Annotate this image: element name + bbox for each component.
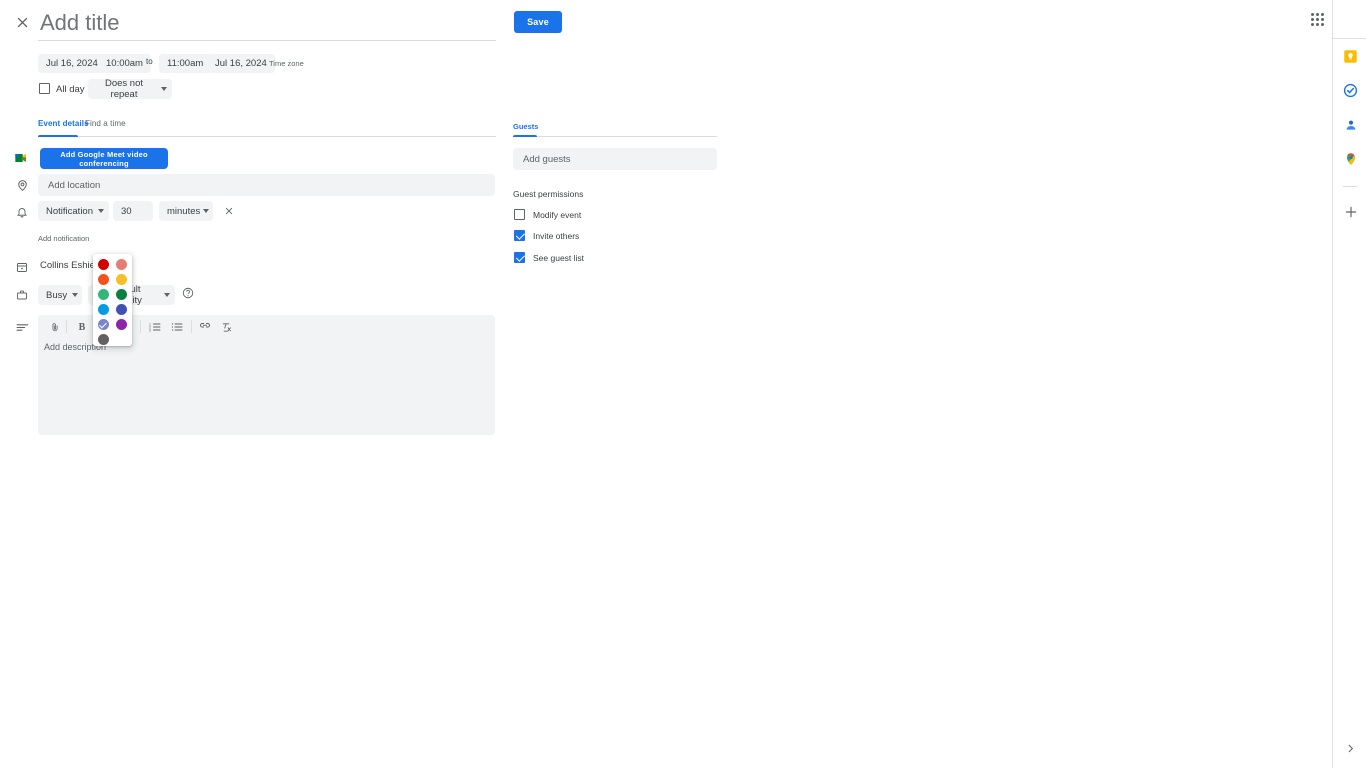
google-tasks-icon[interactable] bbox=[1342, 82, 1359, 99]
modify-event-label: Modify event bbox=[533, 210, 582, 220]
side-panel-divider bbox=[1343, 186, 1357, 187]
recurrence-value: Does not repeat bbox=[104, 78, 144, 100]
add-guests-input[interactable] bbox=[513, 148, 717, 170]
color-swatch-lavender[interactable] bbox=[98, 319, 109, 330]
color-swatch-grape[interactable] bbox=[116, 319, 127, 330]
event-color-picker-popup[interactable] bbox=[93, 254, 132, 346]
location-input[interactable] bbox=[38, 174, 495, 196]
tab-guests[interactable]: Guests bbox=[513, 122, 538, 131]
side-panel-divider bbox=[1333, 38, 1366, 39]
color-swatch-tomato[interactable] bbox=[98, 259, 109, 270]
close-icon[interactable] bbox=[12, 12, 32, 32]
save-button[interactable]: Save bbox=[514, 11, 562, 33]
google-contacts-icon[interactable] bbox=[1342, 116, 1359, 133]
recurrence-select[interactable]: Does not repeat bbox=[88, 78, 172, 100]
notification-type-select[interactable]: Notification bbox=[38, 201, 109, 221]
invite-others-checkbox[interactable] bbox=[514, 230, 525, 241]
editor-topbar: Save C bbox=[0, 0, 1358, 44]
color-swatch-tangerine[interactable] bbox=[98, 274, 109, 285]
see-guest-list-checkbox[interactable] bbox=[514, 252, 525, 263]
calendar-owner-label[interactable]: Collins Eshiet bbox=[40, 260, 98, 271]
toolbar-divider bbox=[191, 320, 192, 333]
busy-select[interactable]: Busy bbox=[38, 285, 82, 305]
add-addon-icon[interactable] bbox=[1342, 203, 1359, 220]
color-swatch-peacock[interactable] bbox=[98, 304, 109, 315]
see-guest-list-label: See guest list bbox=[533, 253, 585, 263]
notification-amount-input[interactable] bbox=[113, 201, 153, 221]
start-date-chip[interactable]: Jul 16, 2024 bbox=[38, 54, 106, 73]
busy-value: Busy bbox=[46, 289, 68, 301]
guests-tab-indicator bbox=[513, 135, 537, 137]
bulleted-list-icon[interactable] bbox=[170, 320, 184, 334]
add-notification-button[interactable]: Add notification bbox=[38, 234, 89, 243]
start-time-chip[interactable]: 10:00am bbox=[98, 54, 151, 73]
apps-grid-icon[interactable] bbox=[1309, 11, 1326, 28]
attach-file-icon[interactable] bbox=[48, 320, 62, 334]
google-side-panel bbox=[1332, 0, 1366, 768]
color-swatch-basil[interactable] bbox=[116, 289, 127, 300]
event-title-input[interactable] bbox=[38, 9, 496, 41]
bell-icon bbox=[13, 203, 31, 221]
help-circle-icon[interactable] bbox=[182, 286, 194, 299]
color-swatch-flamingo[interactable] bbox=[116, 259, 127, 270]
toolbar-divider bbox=[66, 320, 67, 333]
clear-formatting-icon[interactable] bbox=[219, 320, 233, 334]
notification-unit-select[interactable]: minutes bbox=[159, 201, 213, 221]
end-date-chip[interactable]: Jul 16, 2024 bbox=[207, 54, 275, 73]
bold-icon[interactable]: B bbox=[75, 320, 89, 334]
google-maps-icon[interactable] bbox=[1342, 150, 1359, 167]
all-day-label: All day bbox=[56, 84, 85, 95]
editor-tabs: Event details Find a time bbox=[38, 119, 496, 137]
to-label: to bbox=[146, 57, 153, 66]
modify-event-checkbox[interactable] bbox=[514, 209, 525, 220]
notification-unit-value: minutes bbox=[167, 205, 201, 217]
color-swatch-grid bbox=[93, 258, 132, 346]
color-swatch-graphite[interactable] bbox=[98, 334, 109, 345]
location-pin-icon bbox=[13, 176, 31, 194]
color-swatch-banana[interactable] bbox=[116, 274, 127, 285]
notification-type-value: Notification bbox=[46, 205, 93, 217]
briefcase-icon bbox=[13, 286, 31, 304]
color-swatch-blueberry[interactable] bbox=[116, 304, 127, 315]
event-editor-page: Save C Jul 16, 2024 10:00am to 11:00am J… bbox=[0, 0, 1366, 768]
time-zone-button[interactable]: Time zone bbox=[269, 59, 304, 68]
active-tab-indicator bbox=[38, 135, 78, 137]
tab-find-a-time[interactable]: Find a time bbox=[85, 119, 126, 128]
remove-notification-button[interactable] bbox=[223, 205, 234, 216]
end-time-chip[interactable]: 11:00am bbox=[159, 54, 212, 73]
guest-permissions-title: Guest permissions bbox=[513, 189, 584, 199]
toolbar-divider bbox=[140, 320, 141, 333]
numbered-list-icon[interactable]: 1 2 3 bbox=[148, 320, 162, 334]
insert-link-icon[interactable] bbox=[198, 320, 212, 334]
google-meet-icon bbox=[13, 149, 31, 167]
add-google-meet-button[interactable]: Add Google Meet video conferencing bbox=[40, 148, 168, 169]
description-lines-icon bbox=[13, 318, 31, 336]
google-keep-icon[interactable] bbox=[1342, 48, 1359, 65]
svg-text:3: 3 bbox=[149, 328, 151, 332]
color-swatch-sage[interactable] bbox=[98, 289, 109, 300]
calendar-icon bbox=[13, 258, 31, 276]
guests-tab-rule bbox=[513, 136, 717, 137]
tab-event-details[interactable]: Event details bbox=[38, 119, 89, 128]
expand-side-panel-icon[interactable] bbox=[1344, 742, 1356, 754]
invite-others-label: Invite others bbox=[533, 231, 580, 241]
all-day-checkbox[interactable] bbox=[39, 83, 50, 94]
